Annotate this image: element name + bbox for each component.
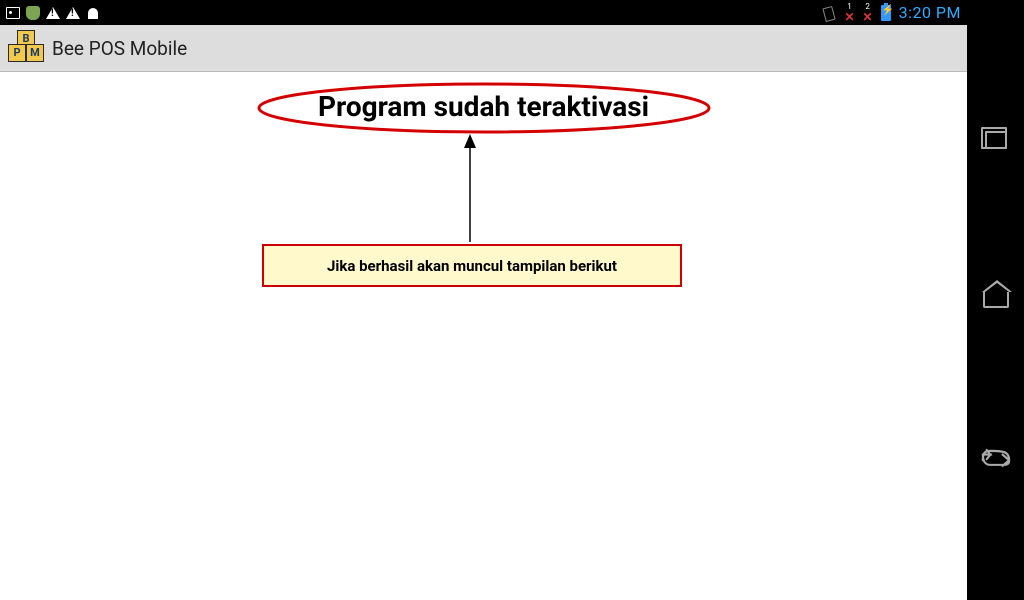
warning-icon: ! [46, 7, 60, 19]
status-right-icons: 1✕ 2✕ 3:20 PM [820, 3, 967, 23]
status-left-icons: ! ! [0, 6, 100, 20]
back-icon [981, 448, 1011, 472]
recent-apps-icon [985, 131, 1007, 149]
debug-icon [26, 6, 40, 20]
network-error-icon: 2✕ [863, 3, 873, 23]
annotation-arrow [460, 132, 480, 242]
status-clock: 3:20 PM [899, 3, 961, 22]
android-icon [86, 6, 100, 20]
home-button[interactable] [981, 285, 1011, 315]
android-nav-bar [967, 0, 1024, 600]
heading-container: Program sudah teraktivasi [0, 90, 967, 123]
device-frame: ! ! 1✕ 2✕ 3:20 PM B P M Bee POS Mobile P… [0, 0, 1024, 600]
battery-charging-icon [881, 5, 891, 21]
app-logo-icon: B P M [8, 30, 44, 66]
annotation-caption-box: Jika berhasil akan muncul tampilan berik… [262, 244, 682, 287]
android-status-bar: ! ! 1✕ 2✕ 3:20 PM [0, 0, 967, 25]
home-icon [983, 292, 1009, 308]
annotation-caption-text: Jika berhasil akan muncul tampilan berik… [327, 257, 617, 275]
app-title: Bee POS Mobile [52, 37, 187, 60]
warning-icon: ! [66, 7, 80, 19]
vibrate-icon [820, 5, 836, 21]
activation-heading: Program sudah teraktivasi [318, 90, 649, 123]
network-error-icon: 1✕ [844, 3, 854, 23]
image-icon [6, 7, 20, 19]
app-action-bar: B P M Bee POS Mobile [0, 25, 967, 72]
back-button[interactable] [981, 445, 1011, 475]
app-content-area: Program sudah teraktivasi Jika berhasil … [0, 72, 967, 600]
recent-apps-button[interactable] [981, 125, 1011, 155]
